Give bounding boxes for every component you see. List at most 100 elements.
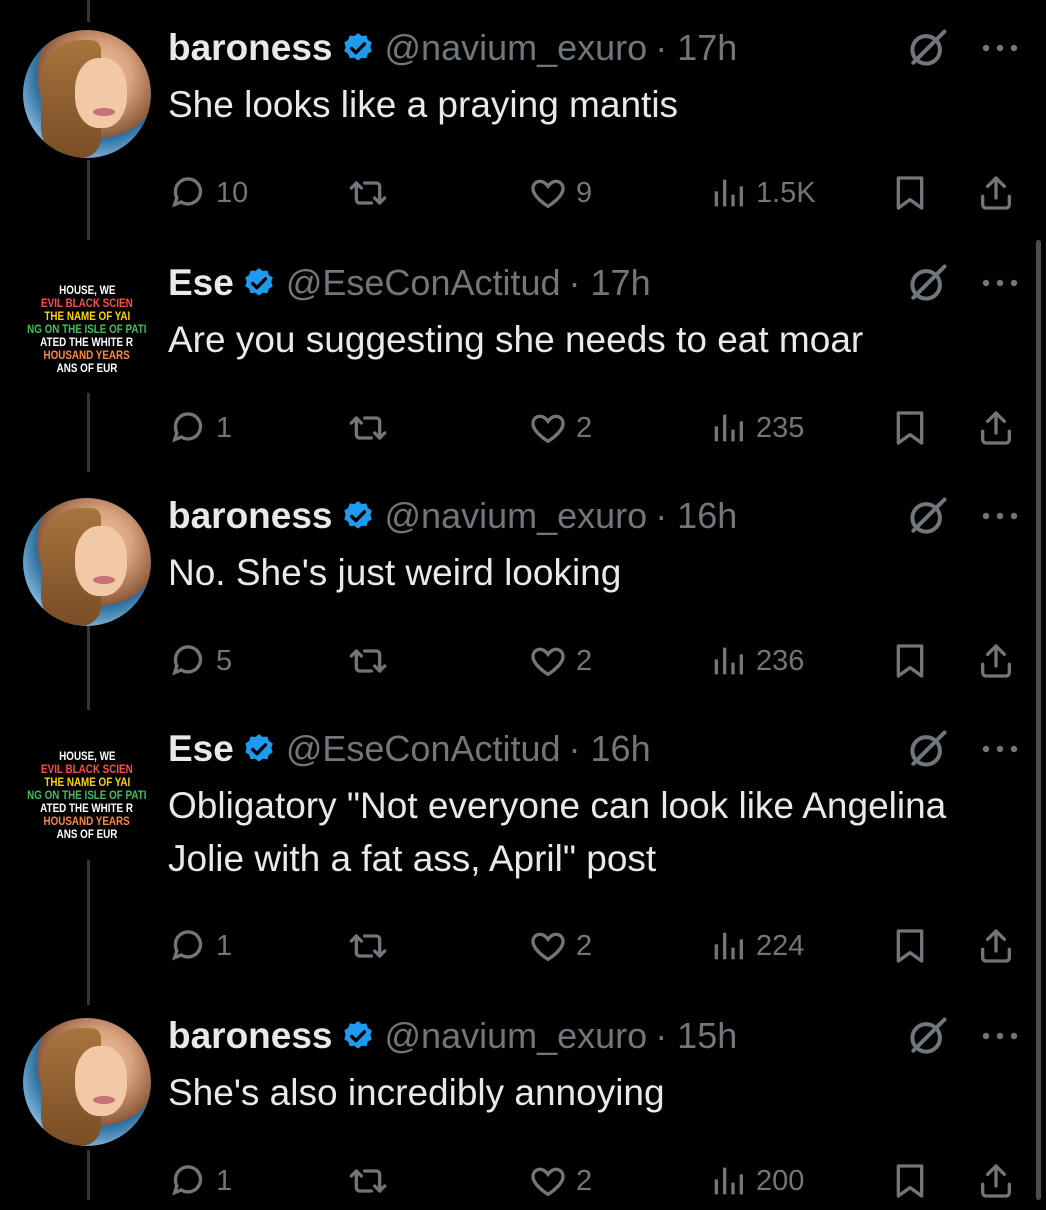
bookmark-button[interactable] — [890, 170, 936, 216]
more-icon[interactable] — [980, 1030, 1020, 1042]
tweet[interactable]: HOUSE, WE EVIL BLACK SCIEN THE NAME OF YAI… — [0, 257, 1046, 457]
views-button[interactable]: 235 — [708, 405, 804, 451]
share-button[interactable] — [976, 638, 1022, 684]
retweet-button[interactable] — [348, 170, 396, 216]
display-name[interactable]: baroness — [168, 27, 333, 69]
tweet[interactable]: baroness @navium_exuro · 15h She's also inc… — [0, 1010, 1046, 1210]
bookmark-button[interactable] — [890, 923, 936, 969]
share-icon — [981, 176, 1011, 210]
like-button[interactable]: 9 — [528, 170, 592, 216]
like-button[interactable]: 2 — [528, 405, 592, 451]
views-count: 1.5K — [756, 176, 816, 209]
retweet-icon — [349, 649, 387, 673]
bookmark-button[interactable] — [890, 638, 936, 684]
avatar[interactable]: HOUSE, WE EVIL BLACK SCIEN THE NAME OF YAI… — [23, 731, 151, 859]
reply-button[interactable]: 10 — [168, 170, 248, 216]
more-icon[interactable] — [980, 510, 1020, 522]
tweet-header: Ese @EseConActitud · 16h — [168, 723, 651, 775]
reply-button[interactable]: 1 — [168, 405, 232, 451]
retweet-button[interactable] — [348, 405, 396, 451]
timestamp[interactable]: · 17h — [569, 262, 651, 304]
like-button[interactable]: 2 — [528, 1158, 592, 1204]
tweet-text: She looks like a praying mantis — [168, 84, 679, 125]
display-name[interactable]: Ese — [168, 728, 234, 770]
avatar[interactable] — [23, 1018, 151, 1146]
avatar[interactable] — [23, 498, 151, 626]
like-icon — [531, 1167, 565, 1197]
display-name[interactable]: Ese — [168, 262, 234, 304]
timestamp[interactable]: · 16h — [569, 728, 651, 770]
reply-count: 1 — [216, 929, 233, 962]
reply-icon — [172, 930, 203, 961]
views-button[interactable]: 224 — [708, 923, 804, 969]
more-icon[interactable] — [980, 277, 1020, 289]
like-icon — [531, 647, 565, 677]
avatar-face — [75, 1046, 127, 1116]
tweet[interactable]: HOUSE, WE EVIL BLACK SCIEN THE NAME OF YAI… — [0, 723, 1046, 963]
reply-button[interactable]: 1 — [168, 923, 232, 969]
more-icon[interactable] — [980, 743, 1020, 755]
grok-icon[interactable] — [906, 261, 950, 305]
like-count: 2 — [576, 1164, 593, 1197]
share-button[interactable] — [976, 1158, 1022, 1204]
like-button[interactable]: 2 — [528, 923, 592, 969]
share-icon — [981, 644, 1011, 678]
bookmark-button[interactable] — [890, 405, 936, 451]
bookmark-icon — [896, 929, 924, 963]
reply-button[interactable]: 5 — [168, 638, 232, 684]
like-icon — [531, 932, 565, 962]
views-button[interactable]: 200 — [708, 1158, 804, 1204]
retweet-icon — [349, 1169, 387, 1193]
avatar-lips — [93, 576, 115, 584]
views-button[interactable]: 236 — [708, 638, 804, 684]
tweet-top-icons — [906, 723, 1020, 775]
user-handle[interactable]: @navium_exuro — [385, 27, 648, 69]
reply-count: 1 — [216, 411, 233, 444]
views-icon — [714, 647, 743, 675]
avatar-face — [75, 526, 127, 596]
like-button[interactable]: 2 — [528, 638, 592, 684]
avatar-text-line: ANS OF EUR — [56, 826, 118, 841]
bookmark-icon — [896, 176, 924, 210]
tweet-text: No. She's just weird looking — [168, 552, 622, 593]
share-button[interactable] — [976, 170, 1022, 216]
verified-badge-icon — [343, 501, 372, 529]
avatar[interactable]: HOUSE, WE EVIL BLACK SCIEN THE NAME OF YAI… — [23, 265, 151, 393]
display-name[interactable]: baroness — [168, 1015, 333, 1057]
grok-icon[interactable] — [906, 26, 950, 70]
tweet-text: She's also incredibly annoying — [168, 1072, 665, 1113]
retweet-button[interactable] — [348, 638, 396, 684]
tweet-header: Ese @EseConActitud · 17h — [168, 257, 651, 309]
views-button[interactable]: 1.5K — [708, 170, 816, 216]
timestamp[interactable]: · 16h — [655, 495, 737, 537]
tweet-header: baroness @navium_exuro · 15h — [168, 1010, 737, 1062]
display-name[interactable]: baroness — [168, 495, 333, 537]
reply-button[interactable]: 1 — [168, 1158, 232, 1204]
retweet-button[interactable] — [348, 1158, 396, 1204]
user-handle[interactable]: @EseConActitud — [286, 728, 561, 770]
share-button[interactable] — [976, 923, 1022, 969]
bookmark-button[interactable] — [890, 1158, 936, 1204]
reply-icon — [172, 412, 203, 443]
like-icon — [531, 179, 565, 209]
reply-count: 5 — [216, 644, 233, 677]
user-handle[interactable]: @navium_exuro — [385, 495, 648, 537]
avatar-text-line: ANS OF EUR — [56, 360, 118, 375]
more-icon[interactable] — [980, 42, 1020, 54]
grok-icon[interactable] — [906, 727, 950, 771]
timestamp[interactable]: · 17h — [655, 27, 737, 69]
user-handle[interactable]: @EseConActitud — [286, 262, 561, 304]
tweet-top-icons — [906, 22, 1020, 74]
grok-icon[interactable] — [906, 494, 950, 538]
avatar[interactable] — [23, 30, 151, 158]
tweet[interactable]: baroness @navium_exuro · 17h She looks like… — [0, 22, 1046, 222]
retweet-button[interactable] — [348, 923, 396, 969]
like-count: 2 — [576, 644, 593, 677]
user-handle[interactable]: @navium_exuro — [385, 1015, 648, 1057]
views-icon — [714, 179, 743, 207]
timestamp[interactable]: · 15h — [655, 1015, 737, 1057]
share-button[interactable] — [976, 405, 1022, 451]
grok-icon[interactable] — [906, 1014, 950, 1058]
tweet[interactable]: baroness @navium_exuro · 16h No. She's just… — [0, 490, 1046, 690]
tweet-header: baroness @navium_exuro · 17h — [168, 22, 737, 74]
